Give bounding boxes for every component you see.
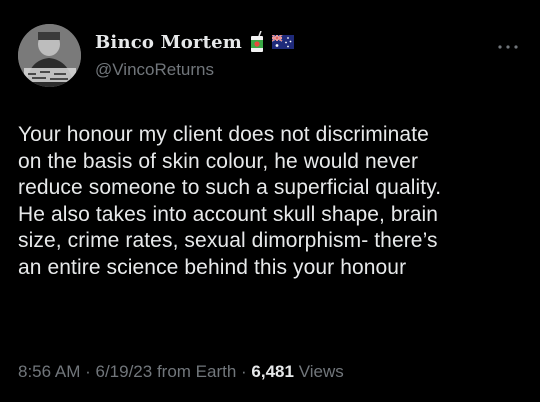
display-name[interactable]: Binco Mortem bbox=[95, 32, 242, 53]
views-label: Views bbox=[293, 362, 344, 381]
tweet-text: Your honour my client does not discrimin… bbox=[18, 122, 528, 282]
tweet-text-line: an entire science behind this your honou… bbox=[18, 255, 407, 279]
tweet-card: Binco Mortem @VincoReturns Your honour m… bbox=[0, 0, 540, 402]
tweet-text-line: size, crime rates, sexual dimorphism- th… bbox=[18, 229, 438, 253]
profile-avatar[interactable] bbox=[18, 24, 81, 87]
meta-separator: · bbox=[80, 362, 96, 381]
tweet-text-line: on the basis of skin colour, he would ne… bbox=[18, 149, 419, 173]
tweet-text-line: He also takes into account skull shape, … bbox=[18, 202, 439, 226]
australia-flag-icon bbox=[271, 34, 294, 49]
more-horizontal-icon[interactable] bbox=[497, 38, 519, 49]
avatar-image bbox=[18, 24, 81, 87]
tweet-time[interactable]: 8:56 AM bbox=[18, 362, 80, 381]
tweet-text-line: reduce someone to such a superficial qua… bbox=[18, 176, 442, 200]
author-name-row: Binco Mortem bbox=[95, 28, 294, 56]
juice-box-icon bbox=[248, 30, 266, 53]
tweet-text-line: Your honour my client does not discrimin… bbox=[18, 123, 429, 146]
author-handle[interactable]: @VincoReturns bbox=[95, 60, 214, 80]
tweet-date[interactable]: 6/19/23 bbox=[95, 362, 152, 381]
tweet-meta: 8:56 AM · 6/19/23 from Earth · 6,481 Vie… bbox=[18, 362, 344, 382]
tweet-source: from Earth bbox=[152, 362, 237, 381]
views-count[interactable]: 6,481 bbox=[251, 362, 294, 381]
meta-separator: · bbox=[236, 362, 252, 381]
